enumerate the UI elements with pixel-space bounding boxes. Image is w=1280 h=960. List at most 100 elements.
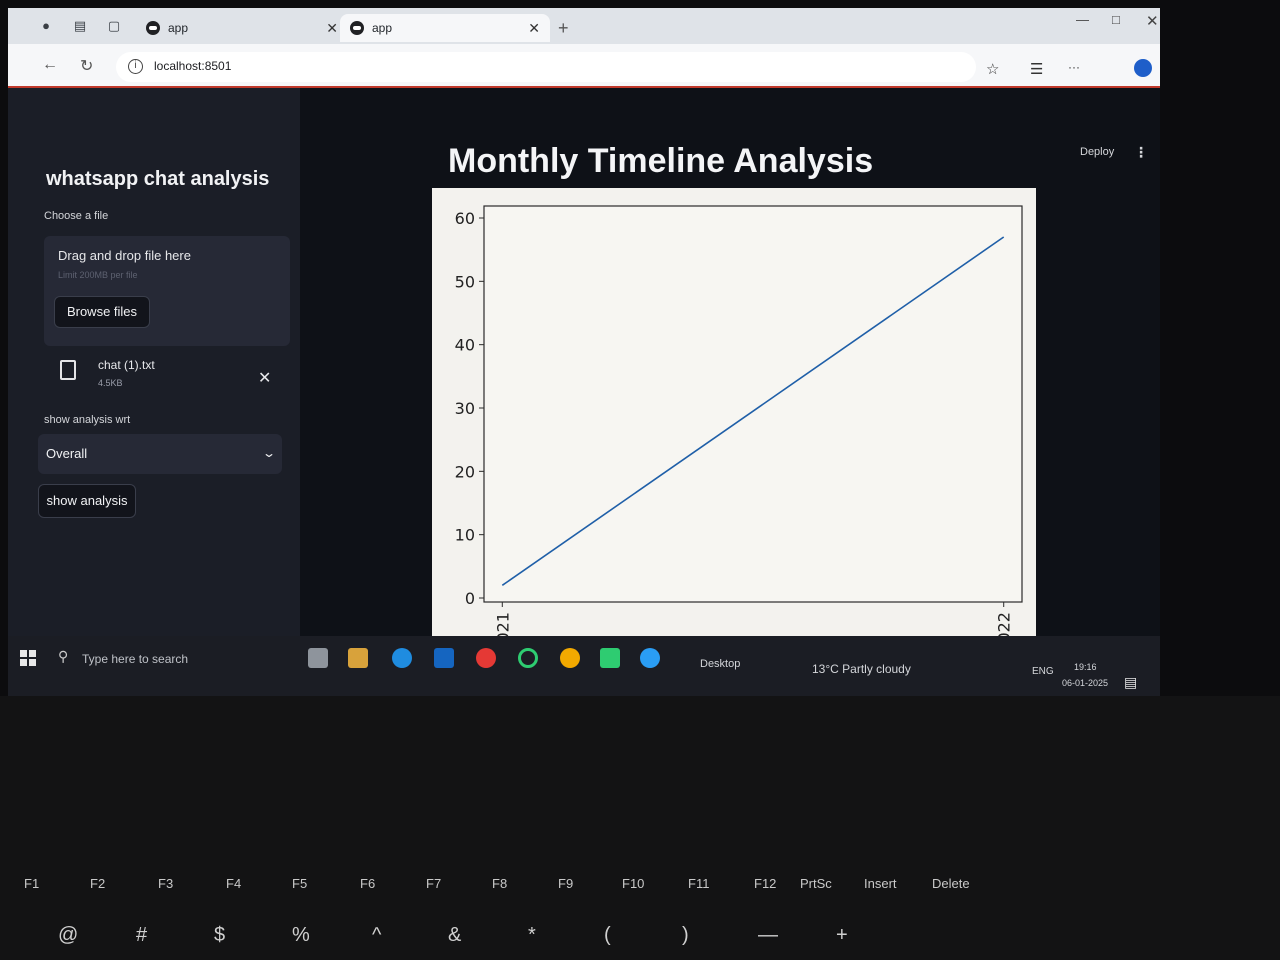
laptop-keyboard: F1 F2 F3 F4 F5 F6 F7 F8 F9 F10 F11 F12 PrtSc Insert De… — [0, 696, 1280, 960]
weather-widget[interactable]: 13°C Partly cloudy — [812, 662, 911, 676]
keyboard-key: F2 — [90, 876, 106, 891]
keyboard-key: F7 — [426, 876, 442, 891]
tab-app-2[interactable]: app ✕ — [340, 14, 550, 42]
chrome-icon[interactable] — [476, 648, 496, 668]
keyboard-key: — — [758, 924, 778, 946]
main-menu-kebab-icon[interactable]: ⋮ — [1134, 144, 1148, 161]
chevron-down-icon: ⌄ — [261, 446, 277, 460]
back-arrow-icon[interactable]: ← — [42, 56, 58, 74]
keyboard-key: F4 — [226, 876, 242, 891]
browser-tab-bar: ● ▤ ▢ app ✕ app ✕ + — □ ✕ — [8, 8, 1160, 44]
minimize-icon[interactable]: — — [1076, 12, 1089, 27]
timeline-chart: 0 10 20 30 40 50 60 021 022 — [432, 188, 1036, 648]
url-input[interactable]: i localhost:8501 — [116, 52, 976, 82]
y-tick-label: 30 — [455, 399, 475, 418]
close-tab-icon[interactable]: ✕ — [326, 14, 338, 42]
page-title: Monthly Timeline Analysis — [448, 142, 874, 180]
more-icon[interactable]: ··· — [1068, 60, 1080, 74]
analysis-select-label: show analysis wrt — [44, 414, 131, 426]
keyboard-key: F6 — [360, 876, 376, 891]
pycharm-icon[interactable] — [600, 648, 620, 668]
keyboard-key: ( — [604, 924, 611, 946]
uploaded-file-name: chat (1).txt — [98, 358, 155, 372]
close-tab-icon[interactable]: ✕ — [528, 14, 540, 42]
windows-taskbar: ⚲ Type here to search Desktop 13°C Partl… — [8, 636, 1160, 696]
tab-actions-icon[interactable]: ▢ — [106, 18, 122, 34]
desktop-toolbar-label[interactable]: Desktop — [700, 658, 740, 670]
task-view-icon[interactable] — [308, 648, 328, 668]
tab-label: app — [372, 21, 393, 35]
taskbar-search-input[interactable]: ⚲ Type here to search — [50, 640, 290, 676]
keyboard-key: F3 — [158, 876, 174, 891]
file-icon — [60, 360, 76, 380]
y-tick-label: 60 — [455, 209, 475, 228]
keyboard-key: & — [448, 924, 462, 946]
collections-icon[interactable]: ▤ — [72, 18, 88, 34]
analysis-select-value: Overall — [46, 446, 88, 461]
laptop-screen: ● ▤ ▢ app ✕ app ✕ + — □ ✕ ← ↻ i localhos… — [8, 8, 1160, 696]
language-indicator[interactable]: ENG — [1032, 666, 1054, 677]
keyboard-key: % — [292, 924, 310, 946]
clock-date[interactable]: 06-01-2025 — [1062, 678, 1108, 688]
keyboard-key: F10 — [622, 876, 645, 891]
uploaded-file-size: 4.5KB — [98, 378, 123, 388]
keyboard-key: $ — [214, 924, 226, 946]
y-tick-label: 40 — [455, 336, 475, 355]
deploy-button[interactable]: Deploy — [1080, 146, 1114, 158]
keyboard-key: ) — [682, 924, 689, 946]
edge-dev-icon[interactable] — [640, 648, 660, 668]
y-tick-label: 20 — [455, 462, 475, 481]
copilot-icon[interactable] — [1134, 59, 1152, 77]
profile-icon[interactable]: ● — [38, 18, 54, 34]
y-tick-label: 50 — [455, 272, 475, 291]
site-info-icon[interactable]: i — [128, 59, 143, 74]
search-icon: ⚲ — [58, 648, 69, 664]
taskbar-search-placeholder: Type here to search — [82, 652, 189, 666]
timeline-chart-svg: 0102030405060021 022 — [455, 205, 1023, 643]
restore-icon[interactable]: □ — [1112, 12, 1120, 27]
clock-time[interactable]: 19:16 — [1074, 662, 1097, 672]
tab-favicon-icon — [146, 21, 160, 35]
tab-label: app — [168, 21, 189, 35]
keyboard-key: F1 — [24, 876, 40, 891]
file-explorer-icon[interactable] — [348, 648, 368, 668]
chrome-profile-icon[interactable] — [560, 648, 580, 668]
y-tick-label: 10 — [455, 526, 475, 545]
show-analysis-button[interactable]: show analysis — [38, 484, 136, 518]
keyboard-key: # — [136, 924, 148, 946]
sidebar-title: whatsapp chat analysis — [46, 168, 270, 190]
outlook-icon[interactable] — [434, 648, 454, 668]
windows-start-icon[interactable] — [20, 650, 36, 666]
url-text: localhost:8501 — [154, 59, 232, 73]
favorite-star-icon[interactable]: ☆ — [986, 60, 999, 78]
notification-icon[interactable]: ▤ — [1124, 674, 1137, 691]
reload-icon[interactable]: ↻ — [80, 56, 93, 76]
tab-app-1[interactable]: app ✕ — [136, 14, 348, 42]
dropzone-limit-text: Limit 200MB per file — [58, 270, 138, 280]
sidebar: whatsapp chat analysis Choose a file Dra… — [8, 88, 300, 648]
analysis-select[interactable]: Overall ⌄ — [38, 434, 282, 474]
new-tab-plus-icon[interactable]: + — [558, 18, 569, 39]
keyboard-key: PrtSc — [800, 876, 832, 891]
toolbar-extensions: ☆ ☰ ··· — [960, 52, 1160, 84]
keyboard-key: F9 — [558, 876, 574, 891]
streamlit-app: whatsapp chat analysis Choose a file Dra… — [8, 88, 1160, 648]
keyboard-key: * — [528, 924, 536, 946]
remove-file-icon[interactable]: ✕ — [258, 368, 271, 388]
file-dropzone[interactable]: Drag and drop file here Limit 200MB per … — [44, 236, 290, 346]
browse-files-button[interactable]: Browse files — [54, 296, 150, 328]
keyboard-key: F8 — [492, 876, 508, 891]
close-window-icon[interactable]: ✕ — [1146, 12, 1159, 30]
keyboard-key: @ — [58, 924, 79, 946]
keyboard-key: + — [836, 924, 848, 946]
status-ring-icon[interactable] — [518, 648, 538, 668]
tab-favicon-icon — [350, 21, 364, 35]
keyboard-key: F11 — [688, 876, 710, 891]
favorites-list-icon[interactable]: ☰ — [1030, 60, 1043, 78]
keyboard-key: F12 — [754, 876, 777, 891]
file-uploader-label: Choose a file — [44, 210, 109, 222]
keyboard-key: Delete — [932, 876, 970, 891]
edge-icon[interactable] — [392, 648, 412, 668]
y-tick-label: 0 — [465, 589, 475, 608]
dropzone-title: Drag and drop file here — [58, 248, 191, 263]
